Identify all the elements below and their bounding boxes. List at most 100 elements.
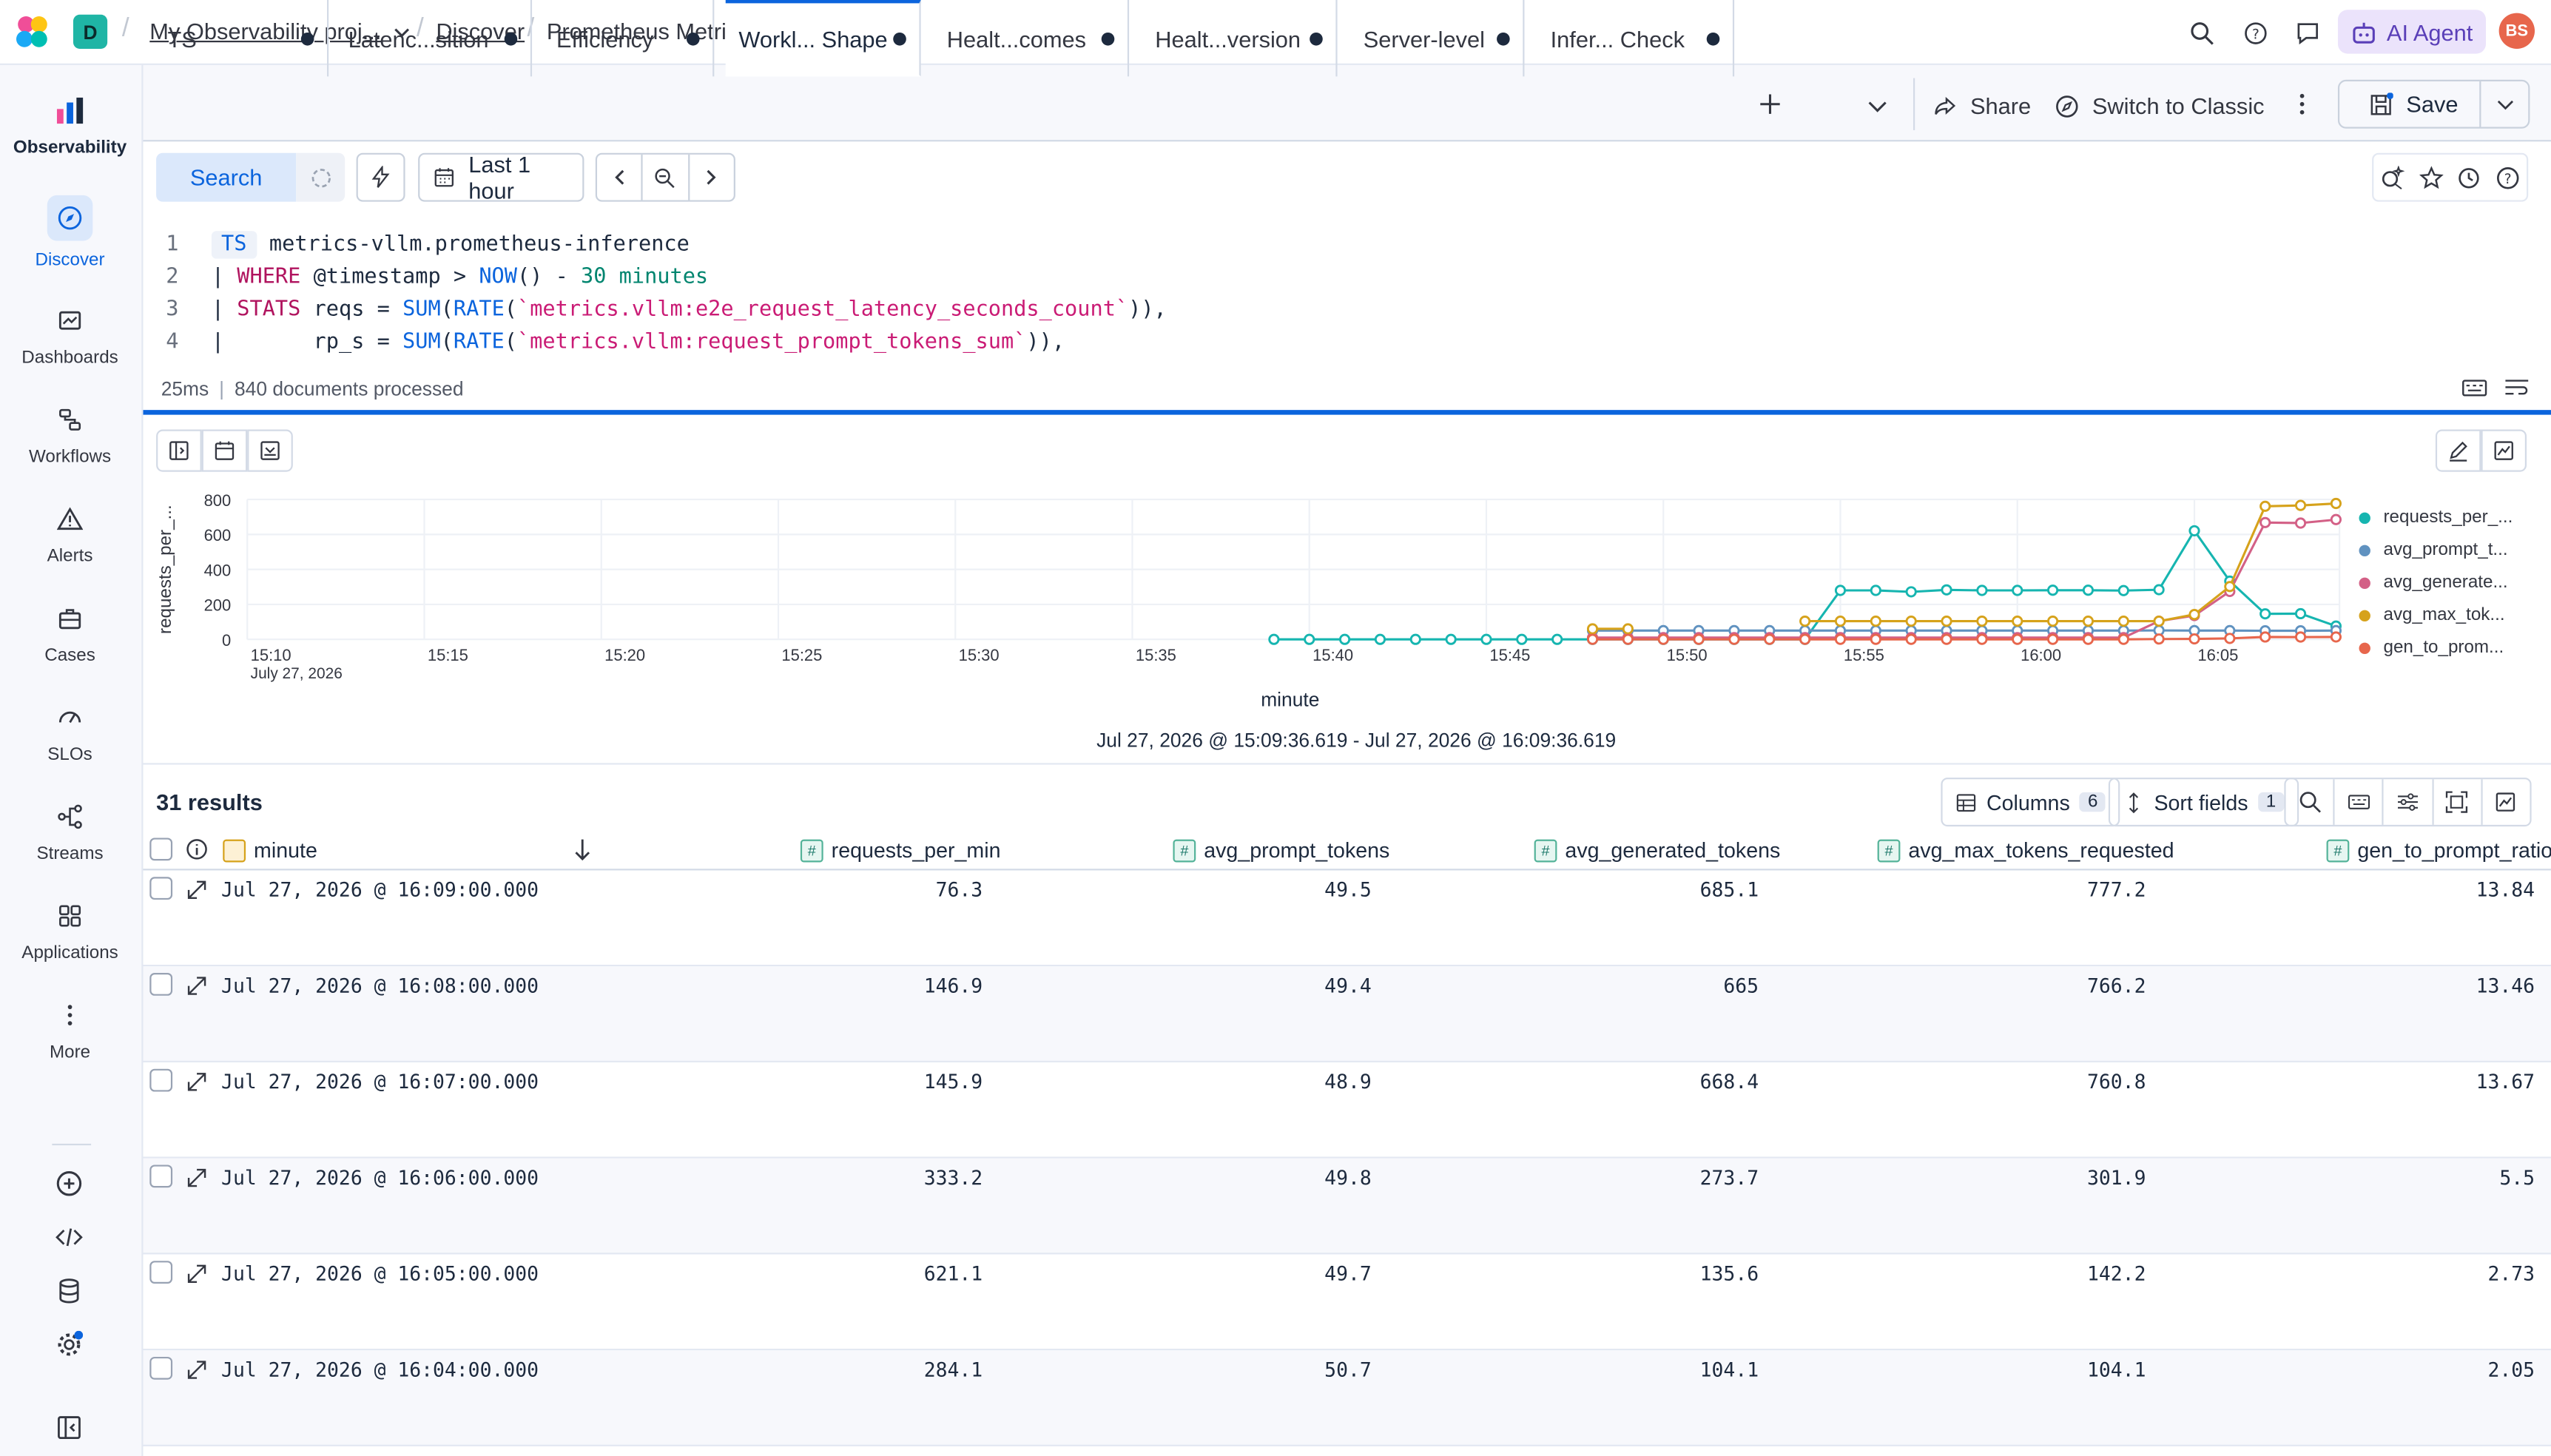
chevron-down-icon[interactable] [2494,92,2517,115]
more-options-icon[interactable] [2289,91,2315,117]
expand-row-icon[interactable] [187,1264,206,1284]
cell-requests-per-min: 146.9 [923,974,983,997]
expand-row-icon[interactable] [187,1168,206,1187]
sort-fields-button[interactable]: Sort fields 1 [2108,778,2299,827]
search-button[interactable]: Search [156,152,297,202]
alert-icon [52,501,87,536]
legend-item[interactable]: avg_max_tok... [2359,599,2547,631]
column-header-requests-per-min[interactable]: # requests_per_min [800,837,1001,862]
help-icon[interactable]: ? [2240,18,2270,47]
column-header-minute[interactable]: minute [223,837,317,862]
save-button[interactable]: Save [2337,79,2530,129]
sidebar-item-streams[interactable]: Streams [0,799,140,890]
time-range-picker[interactable]: Last 1 hour [418,152,584,203]
time-back-button[interactable] [597,154,644,200]
ai-assist-icon[interactable] [2381,165,2405,189]
row-checkbox[interactable] [149,1068,173,1092]
sidebar-item-workflows[interactable]: Workflows [0,402,140,493]
legend-item[interactable]: requests_per_... [2359,501,2547,533]
tab-workload-shape[interactable]: Workl... Shape [725,0,921,77]
tab-server-level[interactable]: Server-level [1338,0,1525,77]
tab-inference-check[interactable]: Infer... Check [1524,0,1735,77]
switch-to-classic-button[interactable]: Switch to Classic [2055,87,2265,126]
sidebar-item-discover[interactable]: Discover [0,195,140,286]
sort-descending-icon[interactable] [573,837,592,861]
space-avatar[interactable]: D [73,14,108,49]
help-icon[interactable]: ? [2496,165,2520,189]
chevron-down-icon[interactable] [1864,92,1890,118]
legend-item[interactable]: gen_to_prom... [2359,631,2547,664]
line-chart[interactable]: 0 200 400 600 800 15:10 15:15 15:20 15:25 15:30 15… [144,480,2356,732]
save-visualization-button[interactable] [2481,429,2527,472]
collapse-nav-icon[interactable] [55,1414,83,1441]
share-button[interactable]: Share [1932,87,2031,126]
database-icon[interactable] [55,1277,83,1304]
display-settings-button[interactable] [2384,779,2433,825]
interval-button[interactable] [201,429,248,472]
expand-row-icon[interactable] [187,1360,206,1379]
history-icon[interactable] [2457,165,2481,189]
select-all-checkbox[interactable] [149,837,173,861]
sidebar-item-alerts[interactable]: Alerts [0,501,140,592]
code-line: 1 TS metrics-vllm.prometheus-inference [156,228,2499,260]
add-icon[interactable] [55,1170,83,1197]
row-checkbox[interactable] [149,1356,173,1380]
number-field-icon: # [1877,838,1901,862]
tab-health-version[interactable]: Healt...version [1129,0,1338,77]
tab-efficiency[interactable]: Efficiency [532,0,715,77]
search-in-table-button[interactable] [2286,779,2335,825]
row-checkbox[interactable] [149,1165,173,1188]
feedback-icon[interactable] [2292,18,2322,47]
star-icon[interactable] [2419,165,2444,189]
expand-row-icon[interactable] [187,880,206,900]
legend-item[interactable]: avg_prompt_t... [2359,533,2547,566]
expand-row-icon[interactable] [187,976,206,995]
sidebar-item-slos[interactable]: SLOs [0,700,140,791]
refresh-button[interactable] [296,152,346,202]
zoom-out-button[interactable] [643,154,690,200]
quick-query-button[interactable] [356,152,405,202]
keyboard-icon[interactable] [2461,377,2487,399]
search-icon[interactable] [2186,18,2216,47]
code-icon[interactable] [55,1224,83,1251]
chart-toggle-button[interactable] [2482,779,2530,825]
row-checkbox[interactable] [149,1261,173,1284]
elastic-logo-icon[interactable] [15,15,50,50]
switch-classic-label: Switch to Classic [2092,92,2265,119]
tab-ts[interactable]: TS [145,0,329,77]
esql-query-editor[interactable]: 1 TS metrics-vllm.prometheus-inference 2 |… [156,228,2499,358]
ai-agent-button[interactable]: AI Agent [2337,10,2487,54]
cell-avg-max-tokens-requested: 142.2 [2087,1262,2146,1286]
data-point [2188,609,2200,621]
expand-row-icon[interactable] [187,1072,206,1091]
info-icon[interactable] [186,837,209,860]
tab-latency-composition[interactable]: Latenc...sition [328,0,533,77]
column-header-gen-to-prompt-ratio[interactable]: # gen_to_prompt_ratio [2326,837,2551,862]
columns-button[interactable]: Columns 6 [1941,778,2121,827]
sidebar-item-more[interactable]: More [0,997,140,1088]
tab-health-outcomes[interactable]: Healt...comes [921,0,1130,77]
row-checkbox[interactable] [149,877,173,900]
number-field-icon: # [800,838,823,862]
gear-icon[interactable] [55,1330,84,1358]
sidebar-item-applications[interactable]: Applications [0,898,140,989]
data-point [1870,584,1881,596]
edit-visualization-button[interactable] [2435,429,2481,472]
sidebar-item-dashboards[interactable]: Dashboards [0,303,140,394]
column-header-avg-generated-tokens[interactable]: # avg_generated_tokens [1534,837,1780,862]
toggle-sidebar-button[interactable] [156,429,202,472]
column-header-avg-max-tokens-requested[interactable]: # avg_max_tokens_requested [1877,837,2174,862]
row-checkbox[interactable] [149,972,173,996]
column-header-avg-prompt-tokens[interactable]: # avg_prompt_tokens [1173,837,1389,862]
user-avatar[interactable]: BS [2498,13,2535,49]
sidebar-item-observability[interactable]: Observability [0,92,140,183]
add-tab-icon[interactable] [1757,91,1783,117]
keyboard-shortcuts-button[interactable] [2335,779,2385,825]
time-forward-button[interactable] [690,155,734,200]
legend-item[interactable]: avg_generate... [2359,566,2547,599]
data-point [1480,633,1492,645]
fullscreen-button[interactable] [2433,779,2483,825]
sidebar-item-cases[interactable]: Cases [0,600,140,691]
wrap-lines-icon[interactable] [2504,377,2530,399]
collapse-chart-button[interactable] [247,429,293,472]
